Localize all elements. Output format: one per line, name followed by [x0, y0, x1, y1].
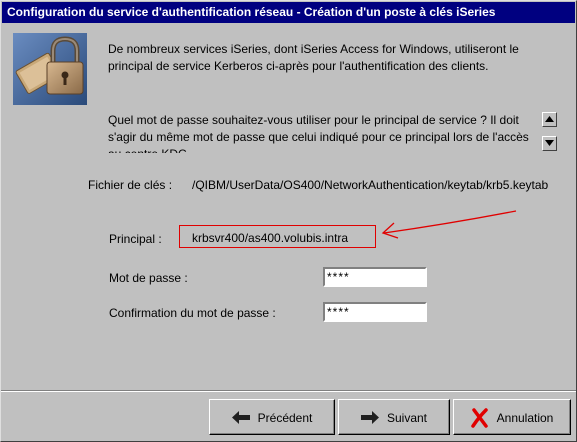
- next-button-label: Suivant: [386, 410, 428, 425]
- scroll-down-button[interactable]: [542, 136, 557, 151]
- previous-button-label: Précédent: [257, 410, 313, 425]
- dialog-window: Configuration du service d'authentificat…: [0, 0, 577, 442]
- principal-value: krbsvr400/as400.volubis.intra: [192, 231, 349, 245]
- triangle-up-icon: [545, 116, 554, 122]
- password-question-text: Quel mot de passe souhaitez-vous utilise…: [108, 113, 529, 153]
- annotation-arrow: [381, 210, 517, 239]
- cancel-button-label: Annulation: [496, 410, 554, 425]
- padlock-icon: [13, 33, 87, 105]
- triangle-down-icon: [545, 140, 554, 146]
- next-button[interactable]: Suivant: [338, 399, 450, 435]
- password-field[interactable]: [323, 267, 427, 287]
- window-title: Configuration du service d'authentificat…: [2, 2, 575, 23]
- cancel-button[interactable]: Annulation: [453, 399, 571, 435]
- keytab-label: Fichier de clés :: [88, 178, 173, 192]
- password-label: Mot de passe :: [109, 271, 188, 285]
- arrow-left-icon: [231, 411, 250, 425]
- button-separator: [1, 390, 576, 392]
- arrow-right-icon: [360, 411, 379, 425]
- confirm-password-field[interactable]: [323, 302, 427, 322]
- intro-text: De nombreux services iSeries, dont iSeri…: [108, 42, 519, 73]
- principal-label: Principal :: [109, 232, 162, 246]
- scroll-up-button[interactable]: [542, 112, 557, 127]
- previous-button[interactable]: Précédent: [209, 399, 335, 435]
- confirm-password-label: Confirmation du mot de passe :: [109, 306, 276, 320]
- keytab-path: /QIBM/UserData/OS400/NetworkAuthenticati…: [192, 178, 549, 192]
- red-x-icon: [470, 408, 488, 428]
